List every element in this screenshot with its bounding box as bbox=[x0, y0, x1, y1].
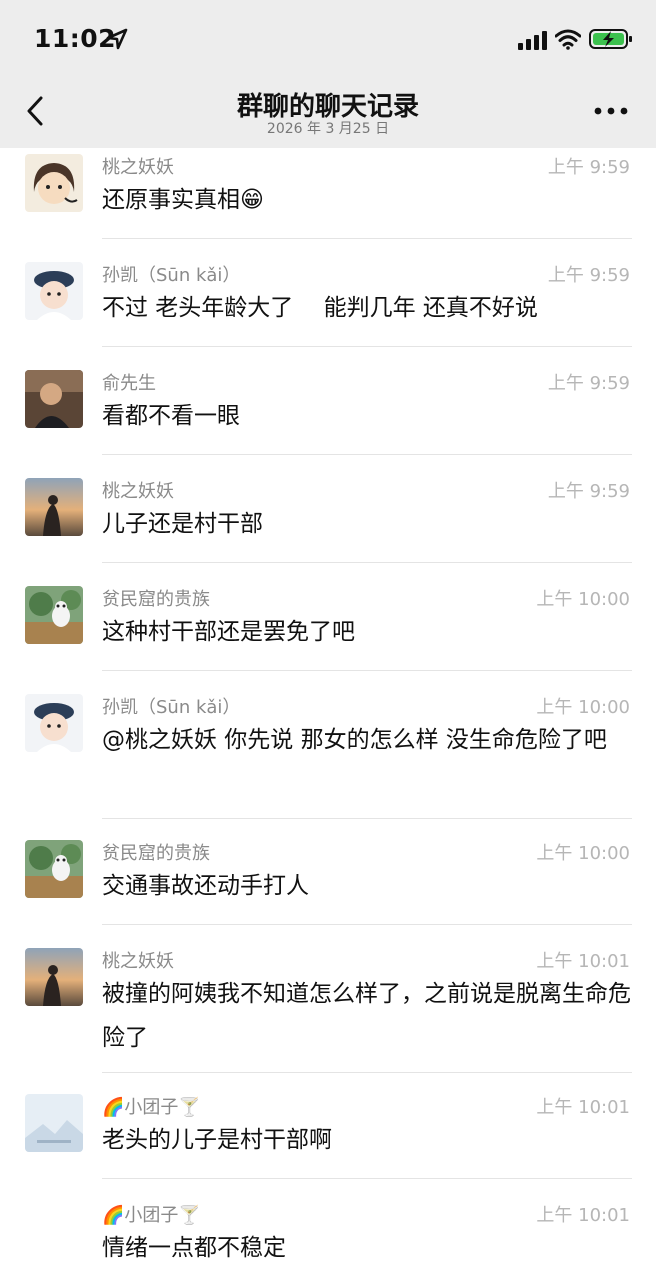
message-time: 上午 9:59 bbox=[547, 265, 630, 286]
message-text: 不过 老头年龄大了 能判几年 还真不好说 bbox=[102, 295, 538, 321]
divider bbox=[102, 924, 632, 925]
status-bar: 11:02 bbox=[0, 0, 656, 80]
message-text: 还原事实真相😁 bbox=[102, 187, 264, 213]
message-text: 被撞的阿姨我不知道怎么样了，之前说是脱离生命危险了 bbox=[102, 981, 631, 1051]
avatar[interactable] bbox=[25, 694, 83, 752]
divider bbox=[102, 1072, 632, 1073]
divider bbox=[102, 454, 632, 455]
avatar[interactable] bbox=[25, 948, 83, 1006]
message-time: 上午 10:00 bbox=[536, 697, 630, 718]
message-text: 儿子还是村干部 bbox=[102, 511, 263, 537]
battery-charging-icon bbox=[589, 29, 632, 49]
message-time: 上午 10:01 bbox=[536, 1205, 630, 1226]
avatar[interactable] bbox=[25, 154, 83, 212]
message-text: 交通事故还动手打人 bbox=[102, 873, 309, 899]
status-time: 11:02 bbox=[34, 24, 117, 53]
divider bbox=[102, 346, 632, 347]
sender-name: 桃之妖妖 bbox=[102, 157, 174, 178]
page-date: 2026 年 3 月25 日 bbox=[266, 121, 390, 137]
message-time: 上午 10:00 bbox=[536, 589, 630, 610]
sender-name: 俞先生 bbox=[102, 373, 156, 394]
message-time: 上午 10:01 bbox=[536, 1097, 630, 1118]
navigation-bar: 群聊的聊天记录 2026 年 3 月25 日 bbox=[0, 80, 656, 148]
avatar[interactable] bbox=[25, 478, 83, 536]
divider bbox=[102, 562, 632, 563]
message-text: 这种村干部还是罢免了吧 bbox=[102, 619, 355, 645]
message-text: 老头的儿子是村干部啊 bbox=[102, 1127, 332, 1153]
message-time: 上午 10:00 bbox=[536, 843, 630, 864]
sender-name: 🌈小团子🍸 bbox=[102, 1205, 201, 1226]
divider bbox=[102, 1178, 632, 1179]
more-options-icon[interactable] bbox=[594, 106, 628, 116]
divider bbox=[102, 818, 632, 819]
divider bbox=[102, 238, 632, 239]
sender-name: 桃之妖妖 bbox=[102, 951, 174, 972]
avatar[interactable] bbox=[25, 840, 83, 898]
wifi-icon bbox=[555, 29, 581, 50]
sender-name: 贫民窟的贵族 bbox=[102, 843, 210, 864]
location-arrow-icon bbox=[106, 28, 128, 50]
avatar[interactable] bbox=[25, 586, 83, 644]
sender-name: 孙凯（Sūn kǎi） bbox=[102, 265, 241, 286]
sender-name: 桃之妖妖 bbox=[102, 481, 174, 502]
message-time: 上午 9:59 bbox=[547, 373, 630, 394]
message-time: 上午 9:59 bbox=[547, 481, 630, 502]
cellular-signal-icon bbox=[518, 31, 547, 50]
message-text: 情绪一点都不稳定 bbox=[102, 1235, 286, 1261]
sender-name: 贫民窟的贵族 bbox=[102, 589, 210, 610]
message-text: 看都不看一眼 bbox=[102, 403, 240, 429]
sender-name: 孙凯（Sūn kǎi） bbox=[102, 697, 241, 718]
divider bbox=[102, 670, 632, 671]
message-time: 上午 9:59 bbox=[547, 157, 630, 178]
message-text: @桃之妖妖 你先说 那女的怎么样 没生命危险了吧 bbox=[102, 727, 607, 753]
avatar[interactable] bbox=[25, 370, 83, 428]
message-time: 上午 10:01 bbox=[536, 951, 630, 972]
sender-name: 🌈小团子🍸 bbox=[102, 1097, 201, 1118]
avatar[interactable] bbox=[25, 262, 83, 320]
avatar[interactable] bbox=[25, 1094, 83, 1152]
